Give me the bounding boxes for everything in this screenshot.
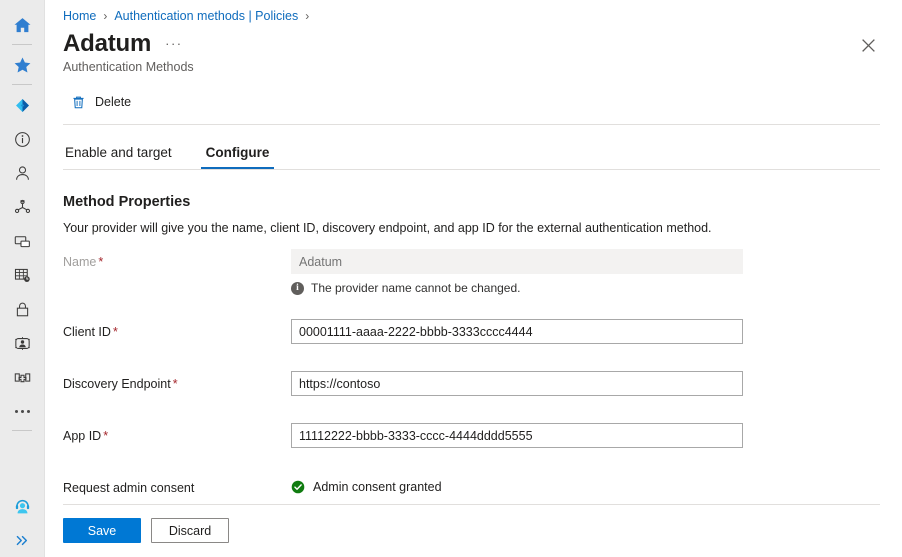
tab-list-divider xyxy=(63,169,880,170)
devices-icon xyxy=(14,235,30,247)
user-icon xyxy=(15,165,29,180)
section-title-method-properties: Method Properties xyxy=(63,194,191,210)
rail-item-protection[interactable] xyxy=(0,292,45,326)
rail-item-groups[interactable] xyxy=(0,190,45,224)
client-id-label-text: Client ID xyxy=(63,325,111,339)
rail-item-users[interactable] xyxy=(0,156,45,190)
page-title-row: Adatum ··· xyxy=(63,30,902,58)
rail-item-more[interactable] xyxy=(0,394,45,428)
breadcrumb: Home › Authentication methods | Policies… xyxy=(63,0,902,26)
admin-consent-label: Request admin consent xyxy=(63,481,195,495)
discovery-endpoint-label-text: Discovery Endpoint xyxy=(63,377,171,391)
rail-item-applications[interactable] xyxy=(0,258,45,292)
info-icon: i xyxy=(291,281,304,295)
client-id-field-label: Client ID * xyxy=(63,319,291,339)
admin-consent-status-wrapper: Admin consent granted xyxy=(291,475,743,494)
close-blade-button[interactable] xyxy=(856,33,880,57)
app-id-input[interactable] xyxy=(291,423,743,448)
footer-divider xyxy=(63,504,880,505)
form-row-admin-consent: Request admin consent Admin consent gran… xyxy=(63,475,902,505)
client-id-input[interactable] xyxy=(291,319,743,344)
trash-icon xyxy=(73,96,84,108)
delete-button-label: Delete xyxy=(95,95,132,109)
page-context-menu-button[interactable]: ··· xyxy=(165,36,183,51)
command-bar-divider xyxy=(63,124,880,125)
method-properties-form: Name* i The provider name cannot be chan… xyxy=(63,249,902,505)
rail-item-home[interactable] xyxy=(0,8,45,42)
hybrid-connect-icon xyxy=(14,372,30,382)
tab-configure[interactable]: Configure xyxy=(200,145,275,169)
close-icon xyxy=(861,38,875,52)
save-button[interactable]: Save xyxy=(63,518,141,543)
rail-item-expand[interactable] xyxy=(0,523,45,557)
app-id-label-text: App ID xyxy=(63,429,102,443)
admin-consent-status-text: Admin consent granted xyxy=(313,480,442,494)
info-icon xyxy=(14,131,30,147)
breadcrumb-separator: › xyxy=(305,8,310,23)
page-subtitle: Authentication Methods xyxy=(63,60,194,74)
name-input xyxy=(291,249,743,274)
app-id-field-label: App ID * xyxy=(63,423,291,443)
check-circle-icon xyxy=(291,480,305,494)
rail-item-info[interactable] xyxy=(0,122,45,156)
rail-item-favorites[interactable] xyxy=(0,48,45,82)
name-field-label: Name * xyxy=(63,249,291,269)
blade-main: Home › Authentication methods | Policies… xyxy=(45,0,902,557)
breadcrumb-separator: › xyxy=(103,8,108,23)
tab-list: Enable and target Configure xyxy=(63,131,902,169)
client-id-field-wrapper xyxy=(291,319,743,344)
name-hint-text: The provider name cannot be changed. xyxy=(311,281,521,295)
section-description: Your provider will give you the name, cl… xyxy=(63,221,712,235)
delete-button[interactable]: Delete xyxy=(63,87,141,117)
rail-item-entra-id[interactable] xyxy=(0,88,45,122)
left-navigation-rail xyxy=(0,0,45,557)
rail-separator xyxy=(12,44,32,45)
form-row-discovery-endpoint: Discovery Endpoint * xyxy=(63,371,902,401)
azure-portal-blade: Home › Authentication methods | Policies… xyxy=(0,0,902,557)
required-asterisk: * xyxy=(112,325,118,339)
breadcrumb-item-authentication-methods-policies[interactable]: Authentication methods | Policies xyxy=(114,9,298,23)
form-row-name: Name* i The provider name cannot be chan… xyxy=(63,249,902,295)
more-ellipsis-icon xyxy=(14,409,30,413)
form-row-client-id: Client ID * xyxy=(63,319,902,349)
breadcrumb-item-home[interactable]: Home xyxy=(63,9,96,23)
required-asterisk: * xyxy=(103,429,109,443)
discovery-endpoint-field-wrapper xyxy=(291,371,743,396)
form-row-app-id: App ID * xyxy=(63,423,902,453)
footer-actions: Save Discard xyxy=(63,518,229,543)
name-field-wrapper: i The provider name cannot be changed. xyxy=(291,249,743,295)
discovery-endpoint-input[interactable] xyxy=(291,371,743,396)
required-asterisk: * xyxy=(172,377,178,391)
command-bar: Delete xyxy=(63,86,902,118)
groups-icon xyxy=(14,199,30,213)
discard-button[interactable]: Discard xyxy=(151,518,229,543)
name-label-text: Name xyxy=(63,255,97,269)
tab-enable-and-target[interactable]: Enable and target xyxy=(63,145,174,169)
discovery-endpoint-field-label: Discovery Endpoint * xyxy=(63,371,291,391)
name-field-hint: i The provider name cannot be changed. xyxy=(291,281,743,295)
page-title: Adatum xyxy=(63,30,152,57)
azure-entra-diamond-icon xyxy=(15,98,29,112)
home-icon xyxy=(14,17,30,32)
rail-separator xyxy=(12,430,32,431)
favorites-star-icon xyxy=(14,57,30,73)
lock-icon xyxy=(16,302,28,316)
rail-separator xyxy=(12,84,32,85)
identity-governance-icon xyxy=(14,336,30,350)
required-asterisk: * xyxy=(98,255,104,269)
applications-grid-icon xyxy=(14,268,30,282)
support-agent-icon xyxy=(15,499,29,513)
rail-item-devices[interactable] xyxy=(0,224,45,258)
rail-item-hybrid[interactable] xyxy=(0,360,45,394)
status-badge: Admin consent granted xyxy=(291,475,743,494)
app-id-field-wrapper xyxy=(291,423,743,448)
rail-item-support[interactable] xyxy=(0,489,45,523)
rail-item-identity-governance[interactable] xyxy=(0,326,45,360)
expand-chevrons-icon xyxy=(16,535,27,545)
